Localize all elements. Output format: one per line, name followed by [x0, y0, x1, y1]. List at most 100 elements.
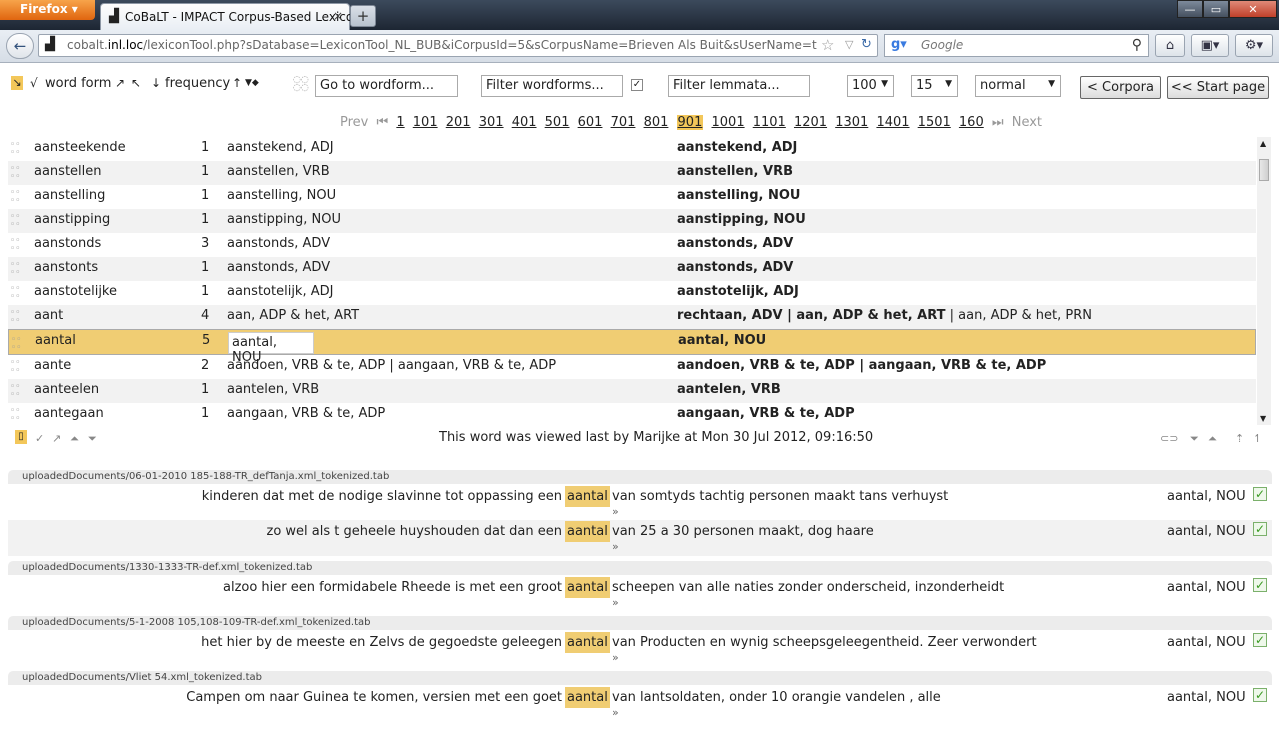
google-icon[interactable]: g▾ [891, 37, 907, 52]
analysis-cell[interactable]: aanstekend, ADJ [677, 140, 797, 155]
page-link[interactable]: 1101 [753, 115, 786, 130]
lemma-cell[interactable]: aanstipping, NOU [227, 212, 341, 227]
analysis-cell[interactable]: aantelen, VRB [677, 382, 781, 397]
table-row-selected[interactable]: ◦◦ ◦◦ aantal 5 aantal, NOU aantal, NOU [8, 329, 1256, 365]
row-action-icon[interactable]: ◦◦ ◦◦ [11, 336, 22, 353]
scroll-up-icon[interactable]: ▲ [1260, 139, 1266, 148]
lemma-cell[interactable]: aandoen, VRB & te, ADP | aangaan, VRB & … [227, 358, 556, 373]
page-link[interactable]: 701 [611, 115, 636, 130]
page-link[interactable]: 1001 [712, 115, 745, 130]
page-link[interactable]: 601 [578, 115, 603, 130]
row-action-icon[interactable]: ◦◦ ◦◦ [10, 237, 21, 254]
view-mode-select[interactable]: normal ▼ [975, 75, 1061, 97]
context-analysis[interactable]: aantal, NOU [1167, 580, 1246, 595]
wordform-cell[interactable]: aanstotelijke [34, 284, 117, 299]
row-action-icon[interactable]: ◦◦ ◦◦ [10, 213, 21, 230]
sort-wordform-label[interactable]: word form [45, 76, 111, 91]
verified-checkbox[interactable]: ✓ [1253, 522, 1267, 536]
home-icon[interactable]: ⌂ [1155, 34, 1185, 57]
table-row[interactable]: ◦◦ ◦◦ aansteekende 1 aanstekend, ADJ aans… [8, 137, 1256, 161]
lemma-cell[interactable]: aanstonds, ADV [227, 260, 330, 275]
verified-checkbox[interactable]: ✓ [1253, 487, 1267, 501]
analysis-cell[interactable]: aanstonds, ADV [677, 236, 793, 251]
wordform-cell[interactable]: aanstipping [34, 212, 110, 227]
lemma-cell[interactable]: aantelen, VRB [227, 382, 319, 397]
context-analysis[interactable]: aantal, NOU [1167, 489, 1246, 504]
lemma-cell[interactable]: aanstonds, ADV [227, 236, 330, 251]
sort-frequency-label[interactable]: frequency [165, 76, 230, 91]
tab-close-icon[interactable]: × [333, 9, 343, 23]
corpora-button[interactable]: < Corpora [1080, 76, 1161, 99]
first-page-icon[interactable]: ⏮ [377, 115, 389, 130]
current-page-link[interactable]: 901 [676, 115, 704, 130]
context-keyword[interactable]: aantal [565, 632, 610, 653]
page-link[interactable]: 160 [959, 115, 984, 130]
page-link[interactable]: 1 [396, 115, 404, 130]
verified-checkbox[interactable]: ✓ [1253, 578, 1267, 592]
page-link[interactable]: 501 [545, 115, 570, 130]
analysis-cell[interactable]: aangaan, VRB & te, ADP [677, 406, 855, 421]
table-row[interactable]: ◦◦ ◦◦ aanstellen 1 aanstellen, VRB aanste… [8, 161, 1256, 185]
context-line[interactable]: het hier by de meeste en Zelvs de gegoed… [8, 631, 1272, 667]
context-keyword[interactable]: aantal [565, 521, 610, 542]
row-action-icon[interactable]: ◦◦ ◦◦ [10, 359, 21, 376]
page-size-select[interactable]: 100 ▼ [847, 75, 894, 97]
last-page-icon[interactable]: ⏭ [992, 115, 1004, 130]
context-analysis[interactable]: aantal, NOU [1167, 635, 1246, 650]
more-context-icon[interactable]: » [612, 596, 619, 609]
sort-wordform-reverse-icon[interactable]: ↗ [115, 76, 125, 90]
start-page-button[interactable]: << Start page [1167, 76, 1269, 99]
collapse-up-icon[interactable]: ⏶ [70, 432, 79, 446]
window-close-button[interactable]: ✕ [1229, 0, 1277, 18]
page-link[interactable]: 1201 [794, 115, 827, 130]
scrollbar-thumb[interactable] [1259, 159, 1269, 181]
tools-menu-icon[interactable]: ⚙▾ [1235, 34, 1273, 57]
new-tab-button[interactable]: + [350, 5, 376, 27]
analysis-cell[interactable]: rechtaan, ADV | aan, ADP & het, ART | aa… [677, 308, 1092, 323]
wordform-cell[interactable]: aanstelling [34, 188, 105, 203]
maximize-button[interactable]: ▭ [1203, 0, 1229, 18]
wordform-cell[interactable]: aanstonts [34, 260, 98, 275]
analysis-cell[interactable]: aantal, NOU [678, 333, 766, 348]
next-page-button[interactable]: Next [1012, 115, 1042, 130]
pin-alt-icon[interactable]: ↿ [1253, 432, 1262, 445]
bookmark-star-icon[interactable]: ☆ [821, 36, 834, 54]
table-scrollbar[interactable]: ▲ ▼ [1257, 137, 1271, 425]
url-dropdown-icon[interactable]: ▽ [845, 38, 853, 51]
context-line[interactable]: kinderen dat met de nodige slavinne tot … [8, 485, 1272, 521]
wordform-cell[interactable]: aanstellen [34, 164, 102, 179]
table-row[interactable]: ◦◦ ◦◦ aanstelling 1 aanstelling, NOU aans… [8, 185, 1256, 209]
more-context-icon[interactable]: » [612, 505, 619, 518]
context-line[interactable]: Campen om naar Guinea te komen, versien … [8, 686, 1272, 722]
row-action-icon[interactable]: ◦◦ ◦◦ [10, 309, 21, 326]
table-row[interactable]: ◦◦ ◦◦ aanteelen 1 aantelen, VRB aantelen,… [8, 379, 1256, 403]
table-row[interactable]: ◦◦ ◦◦ aantegaan 1 aangaan, VRB & te, ADP … [8, 403, 1256, 425]
scroll-down-icon[interactable]: ⏷ [1190, 432, 1199, 446]
reload-icon[interactable]: ↻ [861, 37, 872, 52]
sort-wordform-asc-icon[interactable]: ↘ [11, 76, 23, 90]
wordform-cell[interactable]: aanstonds [34, 236, 101, 251]
addon-menu-icon[interactable]: ▣▾ [1191, 34, 1229, 57]
wordform-cell[interactable]: aantegaan [34, 406, 104, 421]
lemma-edit-input[interactable]: aantal, NOU [228, 332, 314, 365]
sort-wordform-reverse-desc-icon[interactable]: ↖ [131, 76, 141, 90]
firefox-menu-button[interactable]: Firefox ▾ [0, 0, 95, 20]
context-line[interactable]: zo wel als t geheele huyshouden dat dan … [8, 520, 1272, 556]
analysis-cell[interactable]: aanstellen, VRB [677, 164, 793, 179]
context-size-select[interactable]: 15 ▼ [911, 75, 958, 97]
url-bar[interactable]: ▟ cobalt.inl.loc/lexiconTool.php?sDataba… [38, 34, 878, 57]
search-icon[interactable]: ⚲ [1132, 37, 1142, 53]
page-link[interactable]: 201 [446, 115, 471, 130]
lemma-cell[interactable]: aanstelling, NOU [227, 188, 336, 203]
toggle-view-icon[interactable]: ⊂⊃ [1160, 432, 1178, 445]
browser-tab[interactable]: ▟ CoBaLT - IMPACT Corpus-Based Lexico...… [100, 3, 364, 30]
page-link[interactable]: 1401 [876, 115, 909, 130]
clipboard-icon[interactable]: ▯ [15, 430, 27, 444]
context-line[interactable]: alzoo hier een formidabele Rheede is met… [8, 576, 1272, 612]
more-context-icon[interactable]: » [612, 706, 619, 719]
wordform-cell[interactable]: aant [34, 308, 63, 323]
page-link[interactable]: 301 [479, 115, 504, 130]
goto-wordform-input[interactable]: Go to wordform... [315, 75, 458, 97]
collapse-down-icon[interactable]: ⏷ [88, 432, 97, 446]
context-analysis[interactable]: aantal, NOU [1167, 690, 1246, 705]
